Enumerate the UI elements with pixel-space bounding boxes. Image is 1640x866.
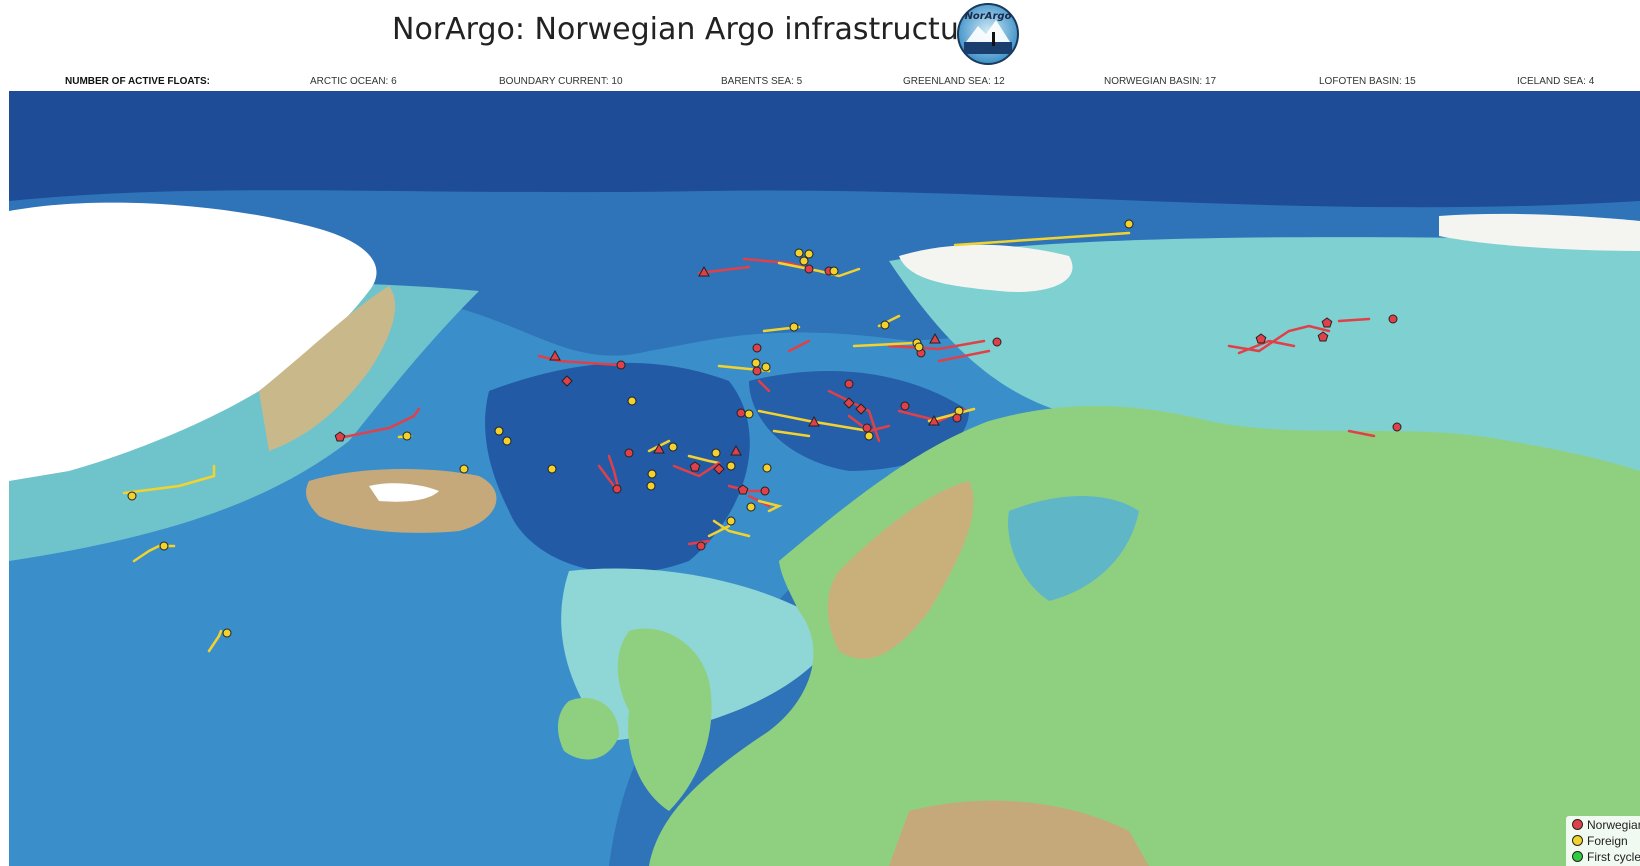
foreign-float-marker[interactable] (726, 461, 736, 471)
active-floats-label: NUMBER OF ACTIVE FLOATS: (65, 76, 210, 87)
legend-foreign-label: Foreign (1587, 834, 1628, 848)
page-header: NorArgo: Norwegian Argo infrastructure N… (0, 0, 1640, 72)
norwegian-float-marker[interactable] (696, 541, 706, 551)
foreign-float-marker[interactable] (864, 431, 874, 441)
norwegian-float-marker[interactable] (616, 360, 626, 370)
legend-norwegian-dot (1572, 819, 1583, 831)
norwegian-float-marker[interactable] (952, 413, 962, 423)
stat-barents-sea: BARENTS SEA: 5 (721, 76, 803, 87)
foreign-float-marker[interactable] (804, 249, 814, 259)
legend-item-foreign: Foreign (1572, 833, 1628, 849)
legend-first-cycle-dot (1572, 851, 1583, 863)
foreign-float-marker[interactable] (627, 396, 637, 406)
map-legend: Norwegian Foreign First cycle (1566, 816, 1640, 866)
stat-boundary-current: BOUNDARY CURRENT: 10 (499, 76, 623, 87)
map-canvas[interactable] (9, 91, 1640, 866)
norwegian-float-marker[interactable] (752, 343, 762, 353)
foreign-float-marker[interactable] (711, 448, 721, 458)
stat-lofoten-basin: LOFOTEN BASIN: 15 (1319, 76, 1416, 87)
foreign-float-marker[interactable] (646, 481, 656, 491)
foreign-float-marker[interactable] (1124, 219, 1134, 229)
norwegian-float-marker[interactable] (612, 484, 622, 494)
legend-foreign-dot (1572, 835, 1583, 847)
legend-item-first-cycle: First cycle (1572, 849, 1640, 865)
stat-greenland-sea: GREENLAND SEA: 12 (903, 76, 1005, 87)
foreign-float-marker[interactable] (751, 358, 761, 368)
legend-first-cycle-label: First cycle (1587, 850, 1640, 864)
norwegian-float-marker[interactable] (760, 486, 770, 496)
foreign-float-marker[interactable] (647, 469, 657, 479)
foreign-float-marker[interactable] (127, 491, 137, 501)
stat-iceland-sea: ICELAND SEA: 4 (1517, 76, 1595, 87)
foreign-float-marker[interactable] (829, 266, 839, 276)
logo-text: NorArgo (965, 11, 1012, 22)
foreign-float-marker[interactable] (494, 426, 504, 436)
foreign-float-marker[interactable] (762, 463, 772, 473)
norwegian-float-marker[interactable] (624, 448, 634, 458)
norwegian-float-marker[interactable] (1388, 314, 1398, 324)
page-title: NorArgo: Norwegian Argo infrastructure (392, 12, 989, 47)
foreign-float-marker[interactable] (222, 628, 232, 638)
foreign-float-marker[interactable] (744, 409, 754, 419)
foreign-float-marker[interactable] (502, 436, 512, 446)
foreign-float-marker[interactable] (726, 516, 736, 526)
norwegian-float-marker[interactable] (844, 379, 854, 389)
foreign-float-marker[interactable] (761, 362, 771, 372)
norargo-logo: NorArgo (957, 3, 1019, 65)
norwegian-float-marker[interactable] (1392, 422, 1402, 432)
foreign-float-marker[interactable] (794, 248, 804, 258)
foreign-float-marker[interactable] (402, 431, 412, 441)
foreign-float-marker[interactable] (459, 464, 469, 474)
active-floats-bar: NUMBER OF ACTIVE FLOATS: ARCTIC OCEAN: 6… (0, 76, 1640, 90)
foreign-float-marker[interactable] (547, 464, 557, 474)
norwegian-float-marker[interactable] (992, 337, 1002, 347)
foreign-float-marker[interactable] (746, 502, 756, 512)
norwegian-float-marker[interactable] (752, 366, 762, 376)
norwegian-float-marker[interactable] (736, 408, 746, 418)
norwegian-float-marker[interactable] (804, 264, 814, 274)
stat-norwegian-basin: NORWEGIAN BASIN: 17 (1104, 76, 1217, 87)
foreign-float-marker[interactable] (668, 442, 678, 452)
foreign-float-marker[interactable] (789, 322, 799, 332)
foreign-float-marker[interactable] (880, 320, 890, 330)
norwegian-float-marker[interactable] (900, 401, 910, 411)
foreign-float-marker[interactable] (799, 256, 809, 266)
arctic-deep-water (9, 91, 1640, 208)
norwegian-float-marker[interactable] (862, 423, 872, 433)
stat-arctic-ocean: ARCTIC OCEAN: 6 (310, 76, 397, 87)
foreign-float-marker[interactable] (914, 342, 924, 352)
foreign-float-marker[interactable] (159, 541, 169, 551)
legend-norwegian-label: Norwegian (1587, 818, 1640, 832)
legend-item-norwegian: Norwegian (1572, 817, 1640, 833)
float-map[interactable] (9, 91, 1640, 866)
